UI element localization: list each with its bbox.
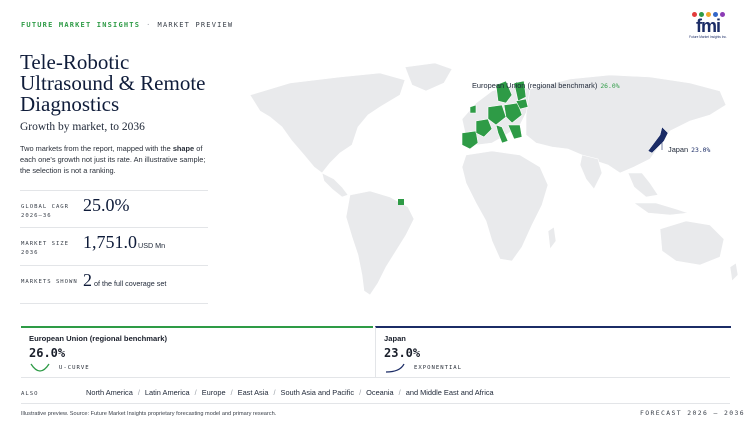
logo-mark: fmi xyxy=(696,16,721,36)
report-description: Two markets from the report, mapped with… xyxy=(20,143,210,176)
eu-ireland xyxy=(469,104,477,114)
logo-dot xyxy=(719,12,725,17)
report-subtitle: Growth by market, to 2036 xyxy=(20,121,145,133)
africa-landmass xyxy=(461,150,549,262)
stat-market-size: MARKET SIZE 2036 1,751.0USD Mn xyxy=(20,227,208,265)
eu-callout-name: European Union (regional benchmark) xyxy=(472,81,598,90)
australia-landmass xyxy=(659,220,725,266)
stat-label: MARKET SIZE 2036 xyxy=(21,241,70,256)
region-separator: / xyxy=(359,388,362,397)
market-card-name: Japan xyxy=(384,334,406,343)
japan-callout-name: Japan xyxy=(668,145,689,154)
world-map: European Union (regional benchmark) 26.0%… xyxy=(230,55,740,315)
indonesia-landmass xyxy=(633,202,689,216)
description-text: Two markets from the report, mapped with… xyxy=(20,144,173,153)
stat-value: 2 of the full coverage set xyxy=(83,270,166,291)
region-separator: / xyxy=(230,388,233,397)
stat-number: 1,751.0 xyxy=(83,232,137,252)
japan-map-callout: Japan 23.0% xyxy=(668,145,710,154)
eu-map-callout: European Union (regional benchmark) 26.0% xyxy=(472,81,620,90)
growth-shape-label: EXPONENTIAL xyxy=(414,365,463,371)
market-card-eu: European Union (regional benchmark) 26.0… xyxy=(21,326,373,378)
japan-callout-value: 23.0% xyxy=(691,146,711,154)
region-link[interactable]: North America xyxy=(86,388,133,397)
madagascar-landmass xyxy=(547,226,557,250)
divider xyxy=(21,403,730,404)
divider xyxy=(20,303,208,304)
region-separator: / xyxy=(273,388,276,397)
region-separator: / xyxy=(137,388,140,397)
other-regions-list: North America / Latin America / Europe / Ea… xyxy=(86,388,494,397)
preview-kind: MARKET PREVIEW xyxy=(157,21,234,29)
region-separator: / xyxy=(398,388,401,397)
central-america-landmass xyxy=(321,172,349,198)
stat-global-cagr: GLOBAL CAGR 2026–36 25.0% xyxy=(20,190,208,228)
also-label: ALSO xyxy=(21,391,39,397)
greenland-landmass xyxy=(404,62,453,92)
growth-shape-label: U-CURVE xyxy=(59,365,90,371)
eu-french-guiana xyxy=(398,199,404,205)
stat-label: GLOBAL CAGR 2026–36 xyxy=(21,204,70,219)
report-title: Tele-Robotic Ultrasound & Remote Diagnos… xyxy=(20,50,206,116)
stat-label: MARKETS SHOWN xyxy=(21,279,78,285)
market-card-japan: Japan 23.0% EXPONENTIAL xyxy=(375,326,731,378)
region-link[interactable]: South Asia and Pacific xyxy=(281,388,355,397)
stat-number: 25.0% xyxy=(83,195,130,215)
market-card-value: 23.0% xyxy=(384,346,421,360)
forecast-period: FORECAST 2026 – 2036 xyxy=(640,409,745,417)
stat-unit: USD Mn xyxy=(138,241,166,250)
eu-callout-value: 26.0% xyxy=(600,82,620,90)
world-map-graphic xyxy=(249,62,739,296)
region-link[interactable]: and Middle East and Africa xyxy=(406,388,494,397)
header-separator: · xyxy=(146,21,152,29)
source-footnote: Illustrative preview. Source: Future Mar… xyxy=(21,411,277,417)
stat-markets-shown: MARKETS SHOWN 2 of the full coverage set xyxy=(20,265,208,303)
exponential-curve-icon xyxy=(385,363,405,373)
north-america-landmass xyxy=(249,72,406,174)
south-america-landmass xyxy=(345,190,415,296)
market-card-value: 26.0% xyxy=(29,346,66,360)
stat-value: 25.0% xyxy=(83,195,130,216)
divider xyxy=(21,377,730,378)
brand-name: FUTURE MARKET INSIGHTS xyxy=(21,21,141,29)
region-link[interactable]: East Asia xyxy=(238,388,269,397)
region-link[interactable]: Oceania xyxy=(366,388,394,397)
region-separator: / xyxy=(194,388,197,397)
market-card-name: European Union (regional benchmark) xyxy=(29,334,167,343)
stat-unit: of the full coverage set xyxy=(94,279,167,288)
eu-iberia xyxy=(461,130,479,150)
fmi-logo: fmi Future Market Insights Inc. xyxy=(686,12,730,42)
new-zealand-landmass xyxy=(729,262,739,282)
southeast-asia-landmass xyxy=(627,172,659,198)
stat-value: 1,751.0USD Mn xyxy=(83,232,165,253)
region-link[interactable]: Latin America xyxy=(145,388,190,397)
stat-number: 2 xyxy=(83,270,92,290)
header-eyebrow: FUTURE MARKET INSIGHTS · MARKET PREVIEW xyxy=(21,21,233,29)
description-emphasis: shape xyxy=(172,144,195,153)
region-link[interactable]: Europe xyxy=(202,388,226,397)
u-curve-icon xyxy=(30,363,50,372)
logo-tagline: Future Market Insights Inc. xyxy=(689,35,727,39)
